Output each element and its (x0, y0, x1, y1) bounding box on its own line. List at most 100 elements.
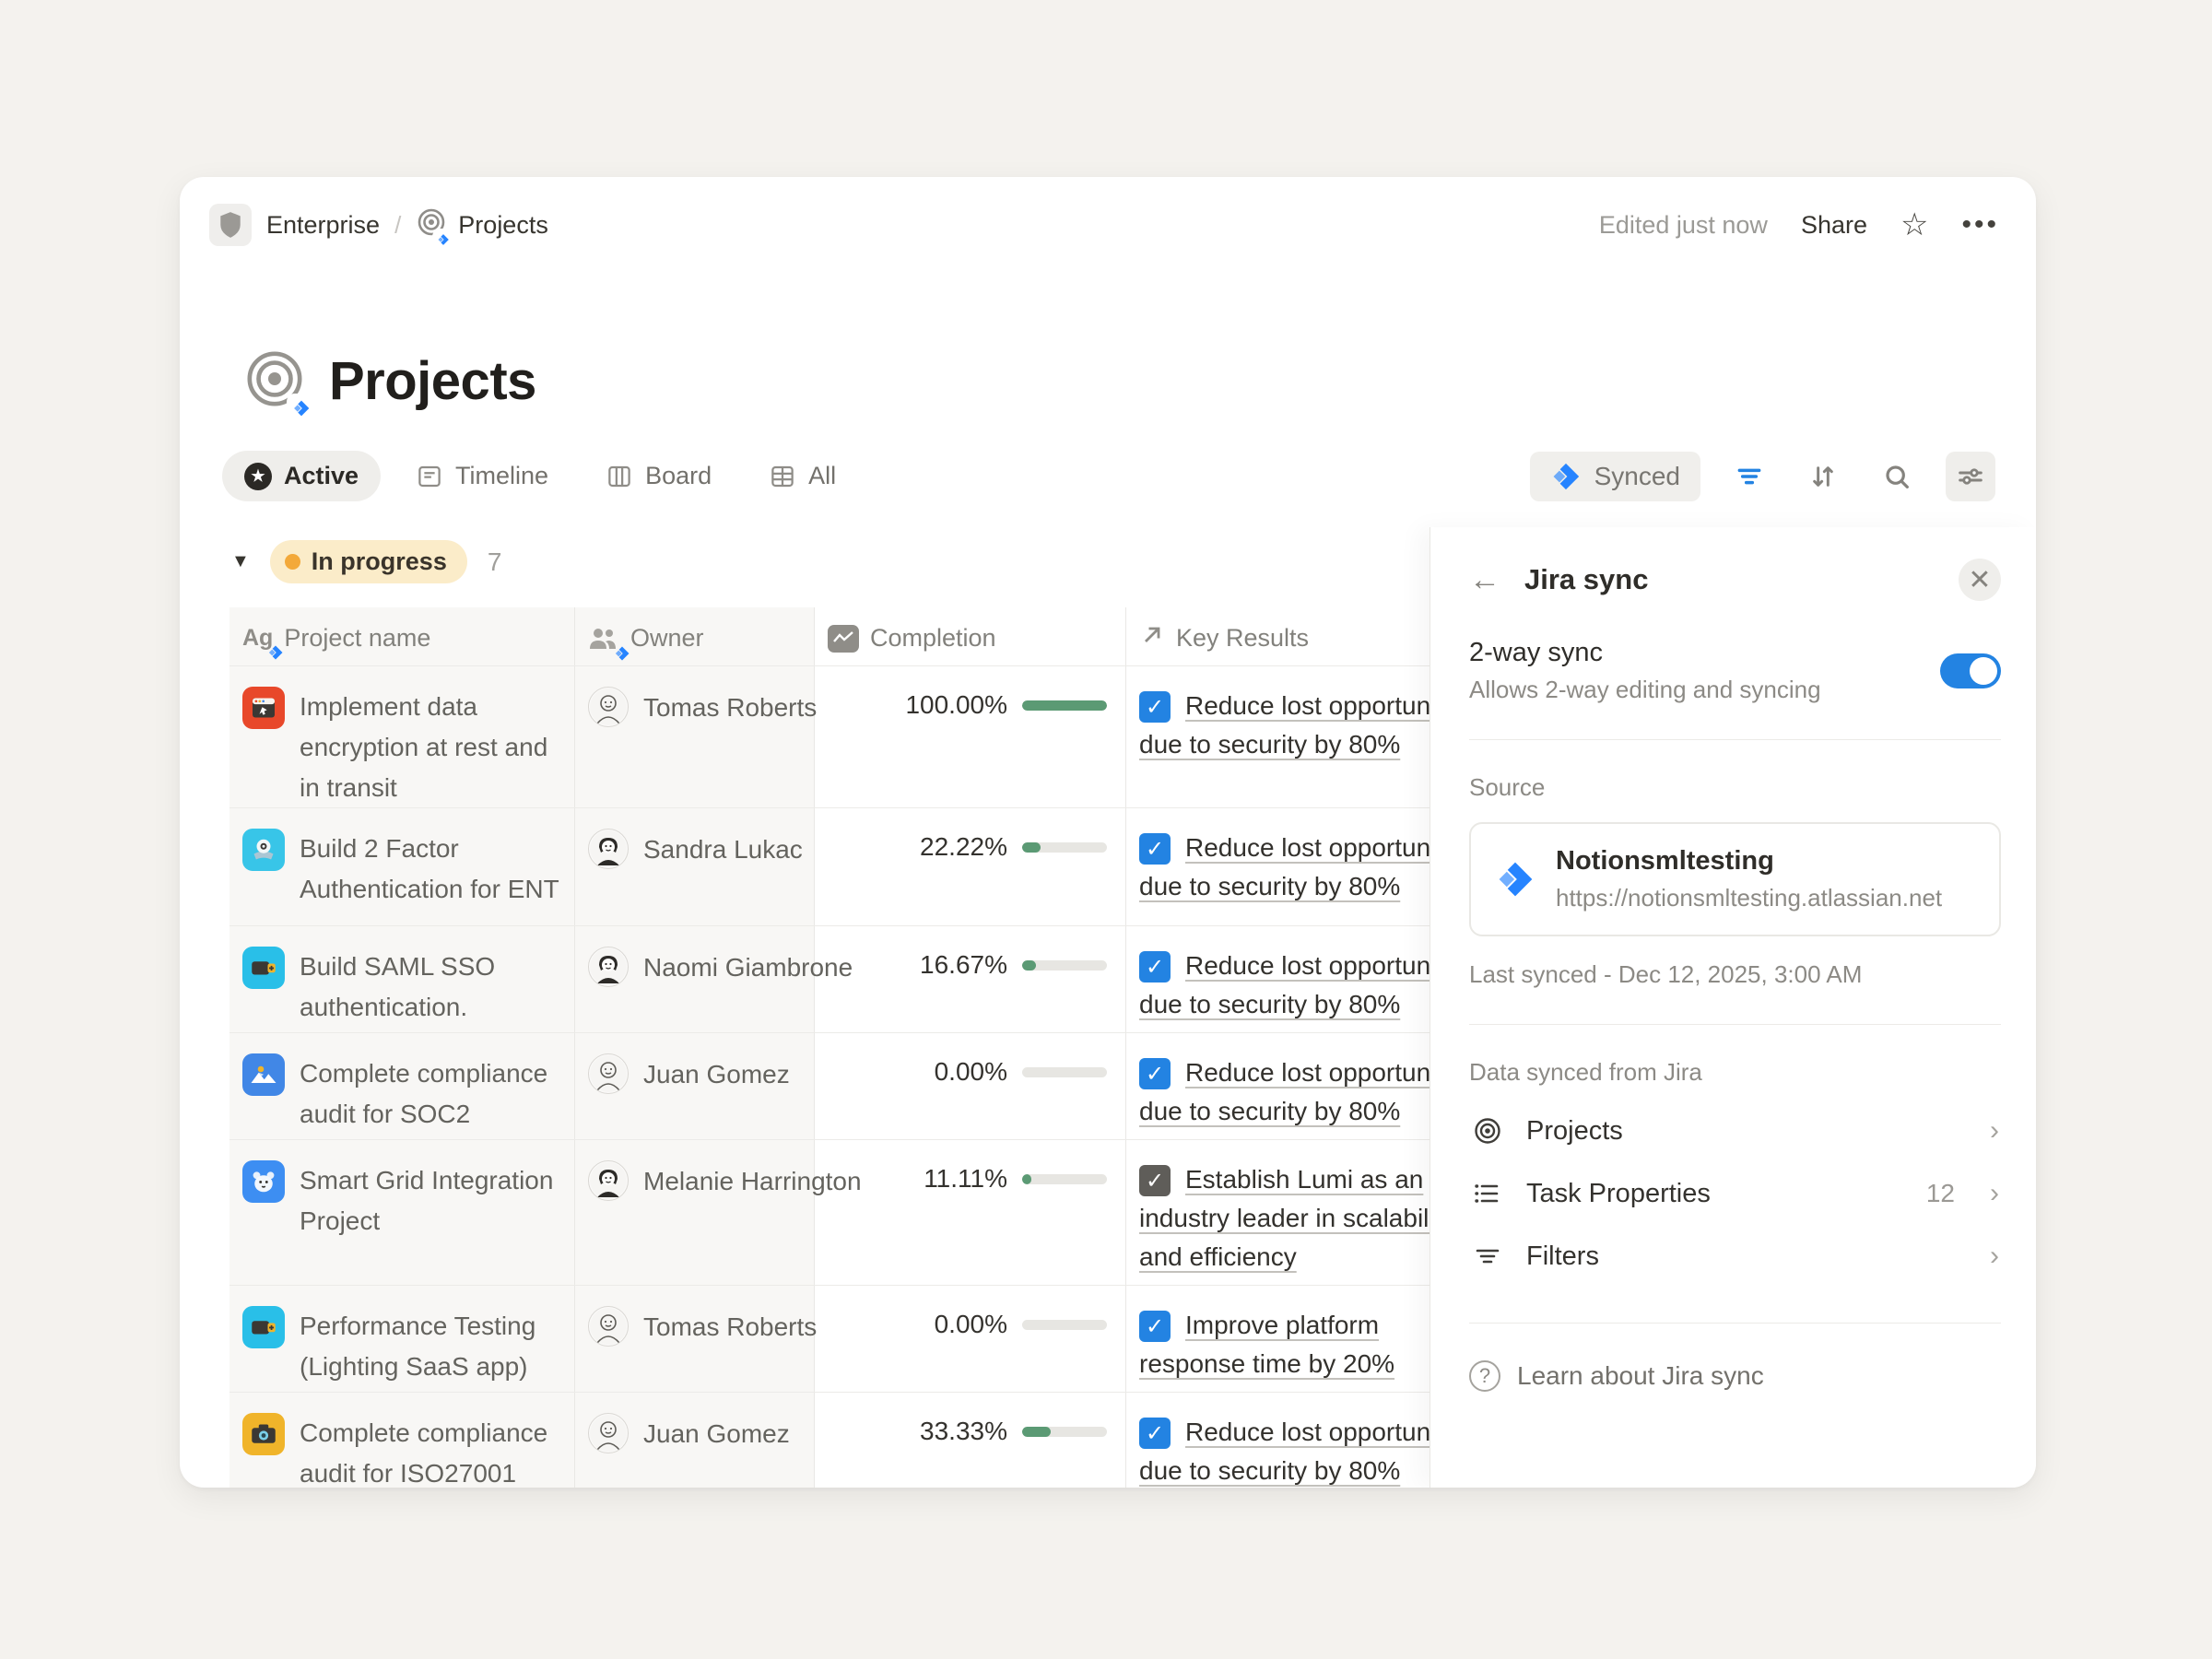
back-arrow-icon[interactable]: ← (1469, 564, 1500, 595)
table-row[interactable]: Smart Grid Integration Project Melanie H… (229, 1140, 1431, 1286)
key-results-cell[interactable]: ✓ Improve platform response time by 20% (1126, 1286, 1431, 1392)
checkbox-checked-icon[interactable]: ✓ (1139, 1418, 1171, 1449)
owner-name: Juan Gomez (643, 1053, 790, 1096)
two-way-sync-toggle[interactable] (1940, 653, 2001, 688)
key-result-link[interactable]: Reduce lost opportunities (1185, 1413, 1431, 1452)
jira-source-card[interactable]: Notionsmltesting https://notionsmltestin… (1469, 822, 2001, 936)
settings-sliders-icon[interactable] (1946, 452, 1995, 501)
panel-item-label: Projects (1526, 1116, 1933, 1147)
search-icon[interactable] (1872, 452, 1922, 501)
breadcrumb-workspace[interactable]: Enterprise (266, 211, 380, 240)
table-controls: Synced (1530, 452, 1995, 501)
checkbox-checked-icon[interactable]: ✓ (1139, 951, 1171, 982)
checkbox-checked-icon[interactable]: ✓ (1139, 833, 1171, 865)
tab-board[interactable]: Board (583, 451, 734, 501)
key-result-link[interactable]: due to security by 80% (1139, 867, 1431, 906)
column-header-completion[interactable]: Completion (815, 607, 1126, 665)
key-result-link[interactable]: Reduce lost opportunities (1185, 1053, 1431, 1092)
sort-icon[interactable] (1798, 452, 1848, 501)
key-results-cell[interactable]: ✓ Reduce lost opportunities due to secur… (1126, 926, 1431, 1032)
completion-cell[interactable]: 16.67% (815, 926, 1126, 1032)
table-row[interactable]: Build 2 Factor Authentication for ENT Sa… (229, 808, 1431, 926)
project-name-cell[interactable]: Smart Grid Integration Project (229, 1140, 575, 1285)
key-result-link[interactable]: and efficiency (1139, 1238, 1431, 1277)
panel-item-projects[interactable]: Projects (1469, 1100, 2001, 1162)
tab-all[interactable]: All (747, 451, 858, 501)
collapse-triangle-icon[interactable]: ▼ (231, 551, 250, 572)
page-header: Projects (244, 348, 2036, 414)
key-results-cell[interactable]: ✓ Establish Lumi as an industry leader i… (1126, 1140, 1431, 1285)
tab-timeline[interactable]: Timeline (394, 451, 571, 501)
completion-cell[interactable]: 22.22% (815, 808, 1126, 925)
project-name-cell[interactable]: Complete compliance audit for SOC2 (229, 1033, 575, 1139)
completion-cell[interactable]: 100.00% (815, 666, 1126, 807)
project-name-cell[interactable]: Implement data encryption at rest and in… (229, 666, 575, 807)
status-badge[interactable]: In progress (270, 540, 467, 583)
panel-item-task-properties[interactable]: Task Properties 12 (1469, 1162, 2001, 1225)
checkbox-checked-icon[interactable]: ✓ (1139, 1165, 1171, 1196)
completion-cell[interactable]: 11.11% (815, 1140, 1126, 1285)
share-button[interactable]: Share (1801, 211, 1867, 240)
owner-cell[interactable]: Juan Gomez (575, 1393, 815, 1488)
avatar (588, 947, 629, 987)
key-result-link[interactable]: Reduce lost opportunities (1185, 947, 1431, 985)
more-options-icon[interactable]: ••• (1961, 209, 1999, 241)
completion-percent: 16.67% (920, 947, 1007, 983)
key-result-link[interactable]: due to security by 80% (1139, 1092, 1431, 1131)
project-name-cell[interactable]: Performance Testing (Lighting SaaS app) (229, 1286, 575, 1392)
checkbox-checked-icon[interactable]: ✓ (1139, 691, 1171, 723)
breadcrumb-page[interactable]: Projects (416, 206, 548, 244)
key-results-cell[interactable]: ✓ Reduce lost opportunities due to secur… (1126, 1033, 1431, 1139)
completion-cell[interactable]: 33.33% (815, 1393, 1126, 1488)
key-results-cell[interactable]: ✓ Reduce lost opportunities due to secur… (1126, 808, 1431, 925)
progress-bar (1022, 1067, 1107, 1077)
owner-cell[interactable]: Melanie Harrington (575, 1140, 815, 1285)
panel-item-filters[interactable]: Filters (1469, 1225, 2001, 1288)
key-result-link[interactable]: industry leader in scalability (1139, 1199, 1431, 1238)
key-result-link[interactable]: due to security by 80% (1139, 725, 1431, 764)
project-name-cell[interactable]: Build 2 Factor Authentication for ENT (229, 808, 575, 925)
checkbox-checked-icon[interactable]: ✓ (1139, 1311, 1171, 1342)
owner-cell[interactable]: Sandra Lukac (575, 808, 815, 925)
key-results-cell[interactable]: ✓ Reduce lost opportunities due to secur… (1126, 1393, 1431, 1488)
breadcrumb-page-label: Projects (458, 211, 548, 240)
tab-active[interactable]: ★ Active (222, 451, 381, 501)
table-row[interactable]: Performance Testing (Lighting SaaS app) … (229, 1286, 1431, 1393)
synced-button[interactable]: Synced (1530, 452, 1700, 501)
table-row[interactable]: Build SAML SSO authentication. Naomi Gia… (229, 926, 1431, 1033)
column-header-project-name[interactable]: Ag Project name (229, 607, 575, 665)
workspace-shield-icon[interactable] (209, 204, 252, 246)
checkbox-checked-icon[interactable]: ✓ (1139, 1058, 1171, 1089)
learn-about-jira-sync-link[interactable]: ? Learn about Jira sync (1469, 1360, 2001, 1392)
owner-cell[interactable]: Naomi Giambrone (575, 926, 815, 1032)
completion-cell[interactable]: 0.00% (815, 1033, 1126, 1139)
views-toolbar: ★ Active Timeline Board All (222, 451, 1995, 501)
owner-cell[interactable]: Juan Gomez (575, 1033, 815, 1139)
table-row[interactable]: Complete compliance audit for ISO27001 J… (229, 1393, 1431, 1488)
completion-cell[interactable]: 0.00% (815, 1286, 1126, 1392)
project-name-cell[interactable]: Build SAML SSO authentication. (229, 926, 575, 1032)
people-icon (588, 625, 619, 653)
key-result-link[interactable]: Improve platform (1185, 1306, 1379, 1345)
table-row[interactable]: Implement data encryption at rest and in… (229, 666, 1431, 808)
column-header-owner[interactable]: Owner (575, 607, 815, 665)
key-result-link[interactable]: Establish Lumi as an (1185, 1160, 1423, 1199)
favorite-star-icon[interactable]: ☆ (1900, 209, 1928, 241)
owner-cell[interactable]: Tomas Roberts (575, 666, 815, 807)
key-result-link[interactable]: Reduce lost opportunities (1185, 687, 1431, 725)
filter-icon[interactable] (1724, 452, 1774, 501)
project-name-cell[interactable]: Complete compliance audit for ISO27001 (229, 1393, 575, 1488)
key-result-link[interactable]: due to security by 80% (1139, 985, 1431, 1024)
column-header-key-results[interactable]: Key Results (1126, 607, 1431, 665)
progress-bar (1022, 1320, 1107, 1330)
owner-name: Sandra Lukac (643, 829, 803, 871)
table-row[interactable]: Complete compliance audit for SOC2 Juan … (229, 1033, 1431, 1140)
source-url: https://notionsmltesting.atlassian.net (1556, 884, 1942, 912)
key-result-link[interactable]: due to security by 80% (1139, 1452, 1431, 1488)
key-results-cell[interactable]: ✓ Reduce lost opportunities due to secur… (1126, 666, 1431, 807)
page-goal-target-icon[interactable] (244, 348, 305, 414)
key-result-link[interactable]: response time by 20% (1139, 1345, 1394, 1383)
close-icon[interactable]: ✕ (1959, 559, 2001, 601)
key-result-link[interactable]: Reduce lost opportunities (1185, 829, 1431, 867)
owner-cell[interactable]: Tomas Roberts (575, 1286, 815, 1392)
